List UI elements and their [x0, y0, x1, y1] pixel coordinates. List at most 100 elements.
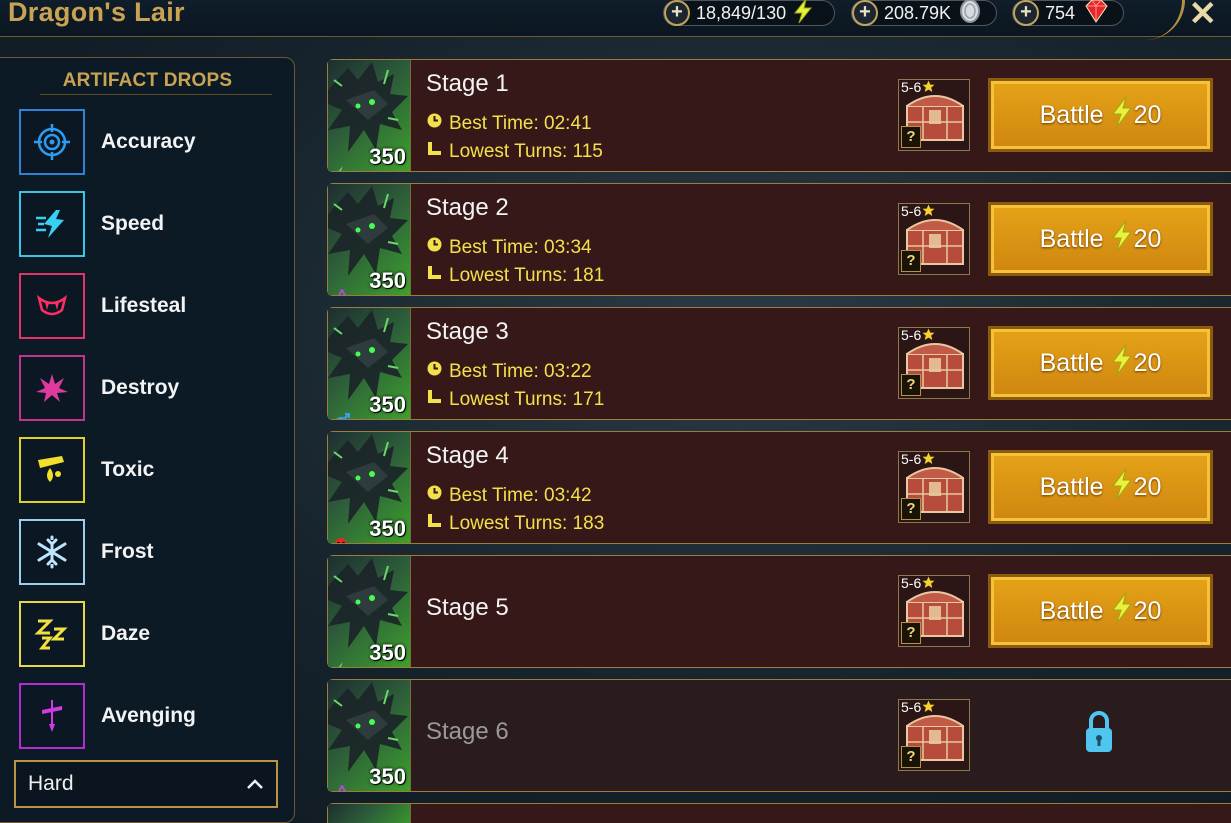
chevron-up-icon	[246, 774, 264, 795]
star-icon	[922, 204, 935, 216]
lowest-turns-text: Lowest Turns: 115	[449, 140, 603, 162]
set-label: Speed	[101, 212, 165, 235]
dragon-portrait: 350	[328, 60, 411, 171]
lowest-turns-text: Lowest Turns: 171	[449, 388, 605, 410]
set-label: Lifesteal	[101, 294, 187, 317]
reward-chest[interactable]: 5-6 ?	[898, 575, 970, 647]
reward-chest[interactable]: 5-6 ?	[898, 451, 970, 523]
reward-chest[interactable]: 5-6 ?	[898, 699, 970, 771]
battle-button[interactable]: Battle 20	[988, 78, 1213, 152]
burst-icon	[19, 355, 85, 421]
unknown-reward-badge: ?	[901, 250, 921, 272]
dragon-portrait: 350	[328, 556, 411, 667]
silver-resource[interactable]: + 208.79K	[851, 0, 997, 26]
set-label: Frost	[101, 540, 154, 563]
stage-name: Stage 5	[426, 594, 509, 621]
power-level: 350	[369, 516, 406, 541]
stage-row[interactable]: 350 Stage 2 Best Time: 03:34 Lowest Turn…	[327, 183, 1231, 296]
star-icon	[922, 80, 935, 92]
artifact-set-destroy[interactable]: Destroy	[19, 355, 279, 421]
energy-bolt-icon	[792, 0, 814, 29]
battle-button[interactable]: Battle 20	[988, 202, 1213, 276]
battle-label: Battle	[1039, 472, 1104, 501]
fangs-icon	[19, 273, 85, 339]
page-title: Dragon's Lair	[8, 0, 185, 27]
lowest-turns-text: Lowest Turns: 183	[449, 512, 605, 534]
energy-bolt-icon	[1110, 468, 1134, 507]
energy-bolt-icon	[1110, 96, 1134, 135]
turns-icon	[426, 264, 443, 287]
battle-cost: 20	[1133, 472, 1162, 501]
power-level: 350	[369, 268, 406, 293]
artifact-set-speed[interactable]: Speed	[19, 191, 279, 257]
best-time: Best Time: 03:22	[426, 360, 592, 383]
battle-label: Battle	[1039, 348, 1104, 377]
dragon-portrait: 350	[328, 184, 411, 295]
reward-chest[interactable]: 5-6 ?	[898, 327, 970, 399]
star-icon	[922, 452, 935, 464]
artifact-drops-panel: ARTIFACT DROPS Accuracy Speed Lifesteal …	[0, 57, 295, 823]
turns-icon	[426, 140, 443, 163]
best-time-text: Best Time: 03:22	[449, 360, 592, 382]
battle-label: Battle	[1039, 596, 1104, 625]
dragon-portrait: 350	[328, 680, 411, 791]
reward-chest[interactable]: 5-6 ?	[898, 79, 970, 151]
artifact-set-frost[interactable]: Frost	[19, 519, 279, 585]
top-bar: Dragon's Lair + 18,849/130 + 208.79K + 7…	[0, 0, 1231, 40]
panel-title: ARTIFACT DROPS	[62, 70, 233, 91]
artifact-set-daze[interactable]: Daze	[19, 601, 279, 667]
energy-value: 18,849/130	[696, 2, 787, 23]
gem-value: 754	[1045, 2, 1076, 23]
chest-rank: 5-6	[901, 79, 935, 95]
battle-button[interactable]: Battle 20	[988, 450, 1213, 524]
set-label: Daze	[101, 622, 151, 645]
stage-row[interactable]: 350 Stage 5 5-6 ? Battle 20	[327, 555, 1231, 668]
battle-cost: 20	[1133, 596, 1162, 625]
battle-button[interactable]: Battle 20	[988, 574, 1213, 648]
unknown-reward-badge: ?	[901, 374, 921, 396]
artifact-set-avenging[interactable]: Avenging	[19, 683, 279, 749]
battle-cost: 20	[1133, 100, 1162, 129]
star-icon	[922, 576, 935, 588]
difficulty-select[interactable]: Hard	[14, 760, 278, 808]
dragon-portrait: 350	[328, 432, 411, 543]
clock-icon	[426, 236, 443, 259]
artifact-set-lifesteal[interactable]: Lifesteal	[19, 273, 279, 339]
gem-resource[interactable]: + 754	[1012, 0, 1124, 26]
dragon-portrait: 350	[328, 308, 411, 419]
stage-row[interactable]: 350 Stage 4 Best Time: 03:42 Lowest Turn…	[327, 431, 1231, 544]
speed-boot-icon	[19, 191, 85, 257]
battle-label: Battle	[1039, 224, 1104, 253]
lowest-turns: Lowest Turns: 183	[426, 512, 604, 535]
turns-icon	[426, 512, 443, 535]
power-level: 350	[369, 764, 406, 789]
stage-name: Stage 4	[426, 442, 509, 469]
add-silver-button[interactable]: +	[852, 0, 878, 26]
snowflake-icon	[19, 519, 85, 585]
battle-label: Battle	[1039, 100, 1104, 129]
clock-icon	[426, 484, 443, 507]
set-label: Toxic	[101, 458, 155, 481]
add-gem-button[interactable]: +	[1013, 0, 1039, 26]
sword-icon	[19, 683, 85, 749]
artifact-set-accuracy[interactable]: Accuracy	[19, 109, 279, 175]
power-level: 350	[369, 392, 406, 417]
add-energy-button[interactable]: +	[664, 0, 690, 26]
poison-drop-icon	[19, 437, 85, 503]
clock-icon	[426, 360, 443, 383]
close-icon[interactable]: ✕	[1189, 0, 1218, 34]
battle-cost: 20	[1133, 224, 1162, 253]
stage-row[interactable]: 350 Stage 6 5-6 ?	[327, 679, 1231, 792]
reward-chest[interactable]: 5-6 ?	[898, 203, 970, 275]
chest-rank: 5-6	[901, 699, 935, 715]
set-label: Accuracy	[101, 130, 196, 153]
energy-resource[interactable]: + 18,849/130	[663, 0, 835, 26]
stage-name: Stage 1	[426, 70, 509, 97]
stage-row-partial	[327, 803, 1231, 823]
stage-row[interactable]: 350 Stage 1 Best Time: 02:41 Lowest Turn…	[327, 59, 1231, 172]
best-time-text: Best Time: 03:42	[449, 484, 592, 506]
stage-row[interactable]: 350 Stage 3 Best Time: 03:22 Lowest Turn…	[327, 307, 1231, 420]
battle-button[interactable]: Battle 20	[988, 326, 1213, 400]
unknown-reward-badge: ?	[901, 126, 921, 148]
artifact-set-toxic[interactable]: Toxic	[19, 437, 279, 503]
